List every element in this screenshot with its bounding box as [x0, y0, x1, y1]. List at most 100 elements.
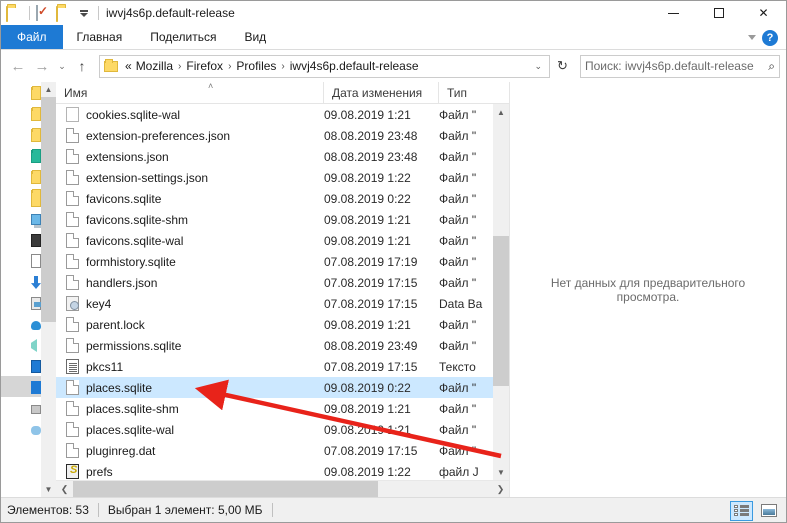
file-name: permissions.sqlite: [86, 338, 182, 353]
refresh-button[interactable]: ↻: [552, 55, 573, 78]
nav-item-14[interactable]: [1, 376, 41, 397]
nav-item-15[interactable]: [1, 397, 41, 418]
table-row[interactable]: places.sqlite-shm 09.08.2019 1:21 Файл ": [56, 398, 509, 419]
cell-date: 07.08.2019 17:19: [324, 254, 418, 269]
table-row[interactable]: extension-settings.json 09.08.2019 1:22 Фа…: [56, 167, 509, 188]
up-button[interactable]: ↑: [71, 54, 93, 78]
customize-dropdown-icon[interactable]: [76, 9, 92, 17]
page-file-icon: [66, 380, 79, 395]
scroll-thumb[interactable]: [493, 236, 509, 386]
nav-item-11[interactable]: [1, 313, 41, 334]
cell-date: 08.08.2019 23:48: [324, 128, 418, 143]
table-row[interactable]: pluginreg.dat 07.08.2019 17:15 Файл ": [56, 440, 509, 461]
breadcrumb-item-mozilla[interactable]: Mozilla: [134, 59, 175, 73]
tab-home[interactable]: Главная: [63, 25, 137, 49]
scroll-track[interactable]: [73, 480, 492, 498]
expand-ribbon-icon[interactable]: [748, 35, 756, 40]
minimize-button[interactable]: [651, 1, 696, 25]
properties-icon[interactable]: [36, 4, 53, 22]
table-row[interactable]: prefs09.08.2019 1:22файл J: [56, 461, 509, 480]
nav-item-0[interactable]: [1, 82, 41, 103]
tab-file[interactable]: Файл: [1, 25, 63, 49]
close-button[interactable]: ✕: [741, 1, 786, 25]
search-icon: ⌕: [768, 58, 775, 73]
window-controls: ✕: [651, 1, 786, 25]
nav-item-10[interactable]: [1, 292, 44, 313]
table-row[interactable]: favicons.sqlite-shm 09.08.2019 1:21 Файл ": [56, 209, 509, 230]
nav-item-12[interactable]: [1, 334, 41, 355]
help-icon[interactable]: ?: [762, 29, 778, 46]
database-file-icon: [66, 296, 79, 311]
page-file-icon: [66, 212, 79, 227]
table-row[interactable]: extension-preferences.json 08.08.2019 23:…: [56, 125, 509, 146]
column-header-name[interactable]: Имя: [56, 81, 324, 104]
address-field[interactable]: « Mozilla › Firefox › Profiles › iwvj4s6…: [99, 54, 550, 78]
navigation-scrollbar[interactable]: ▲ ▼: [41, 82, 56, 497]
file-list-vertical-scrollbar[interactable]: ▲ ▼: [493, 104, 509, 480]
column-header-date[interactable]: Дата изменения: [324, 81, 439, 104]
file-list-horizontal-scrollbar[interactable]: ❮ ❯: [56, 480, 509, 498]
scroll-left-icon[interactable]: ❮: [56, 484, 73, 495]
scroll-down-icon[interactable]: ▼: [493, 464, 509, 480]
nav-item-2[interactable]: [1, 124, 41, 145]
table-row[interactable]: extensions.json 08.08.2019 23:48 Файл ": [56, 146, 509, 167]
new-folder-icon[interactable]: [56, 5, 73, 22]
thumbnails-view-button[interactable]: [757, 501, 780, 521]
recent-locations-button[interactable]: ⌄: [55, 54, 69, 78]
chevron-down-icon[interactable]: ⌄: [529, 61, 547, 72]
scroll-track[interactable]: [41, 97, 56, 482]
nav-item-9[interactable]: [1, 271, 41, 292]
tab-share[interactable]: Поделиться: [136, 25, 230, 49]
tab-view[interactable]: Вид: [230, 25, 280, 49]
table-row[interactable]: favicons.sqlite 09.08.2019 0:22 Файл ": [56, 188, 509, 209]
cell-date: 08.08.2019 23:48: [324, 149, 418, 164]
search-input[interactable]: Поиск: iwvj4s6p.default-release ⌕: [580, 54, 780, 78]
cell-name: pkcs11: [56, 359, 324, 374]
table-row[interactable]: parent.lock 09.08.2019 1:21 Файл ": [56, 314, 509, 335]
back-button[interactable]: ←: [7, 54, 29, 78]
nav-item-16[interactable]: [1, 418, 41, 439]
nav-item-5[interactable]: [1, 187, 41, 208]
navigation-pane: ▲ ▼: [1, 82, 56, 497]
scroll-thumb[interactable]: [41, 97, 56, 322]
table-row[interactable]: places.sqlite-wal 09.08.2019 1:21 Файл ": [56, 419, 509, 440]
table-row[interactable]: handlers.json 07.08.2019 17:15 Файл ": [56, 272, 509, 293]
table-row[interactable]: favicons.sqlite-wal 09.08.2019 1:21 Файл ": [56, 230, 509, 251]
table-row[interactable]: formhistory.sqlite 07.08.2019 17:19 Файл ": [56, 251, 509, 272]
folder-icon[interactable]: [6, 5, 23, 22]
scroll-track[interactable]: [493, 120, 509, 464]
scroll-thumb[interactable]: [73, 480, 378, 498]
breadcrumb-item-profiles[interactable]: Profiles: [234, 59, 278, 73]
nav-item-4[interactable]: [1, 166, 41, 187]
nav-item-13[interactable]: [1, 355, 41, 376]
cell-date: 09.08.2019 0:22: [324, 380, 411, 395]
cell-date: 08.08.2019 23:49: [324, 338, 418, 353]
scroll-up-icon[interactable]: ▲: [41, 82, 56, 97]
scroll-right-icon[interactable]: ❯: [492, 484, 509, 495]
table-row[interactable]: permissions.sqlite 08.08.2019 23:49 Файл ": [56, 335, 509, 356]
table-row[interactable]: cookies.sqlite-wal 09.08.2019 1:21 Файл ": [56, 104, 509, 125]
nav-item-1[interactable]: [1, 103, 41, 124]
forward-button[interactable]: →: [31, 54, 53, 78]
nav-item-8[interactable]: [1, 250, 41, 271]
folder-icon: [31, 128, 41, 142]
cell-date: 09.08.2019 1:22: [324, 170, 411, 185]
nav-item-6[interactable]: [1, 208, 46, 229]
cell-date: 09.08.2019 1:22: [324, 464, 411, 479]
maximize-button[interactable]: [696, 1, 741, 25]
nav-item-3[interactable]: [1, 145, 41, 166]
details-view-button[interactable]: [730, 500, 753, 521]
table-row[interactable]: pkcs11 07.08.2019 17:15 Тексто: [56, 356, 509, 377]
breadcrumb-item-current[interactable]: iwvj4s6p.default-release: [288, 59, 421, 73]
column-header-type[interactable]: Тип: [439, 82, 509, 104]
page-file-icon: [66, 191, 79, 206]
text-file-icon: [66, 359, 79, 374]
file-name: key4: [86, 296, 112, 311]
scroll-down-icon[interactable]: ▼: [41, 482, 56, 497]
table-row[interactable]: key4 07.08.2019 17:15 Data Ba: [56, 293, 509, 314]
table-row[interactable]: places.sqlite 09.08.2019 0:22 Файл ": [56, 377, 509, 398]
status-bar: Элементов: 53 Выбран 1 элемент: 5,00 МБ: [1, 497, 786, 522]
nav-item-7[interactable]: [1, 229, 41, 250]
breadcrumb-item-firefox[interactable]: Firefox: [184, 59, 225, 73]
scroll-up-icon[interactable]: ▲: [493, 104, 509, 120]
